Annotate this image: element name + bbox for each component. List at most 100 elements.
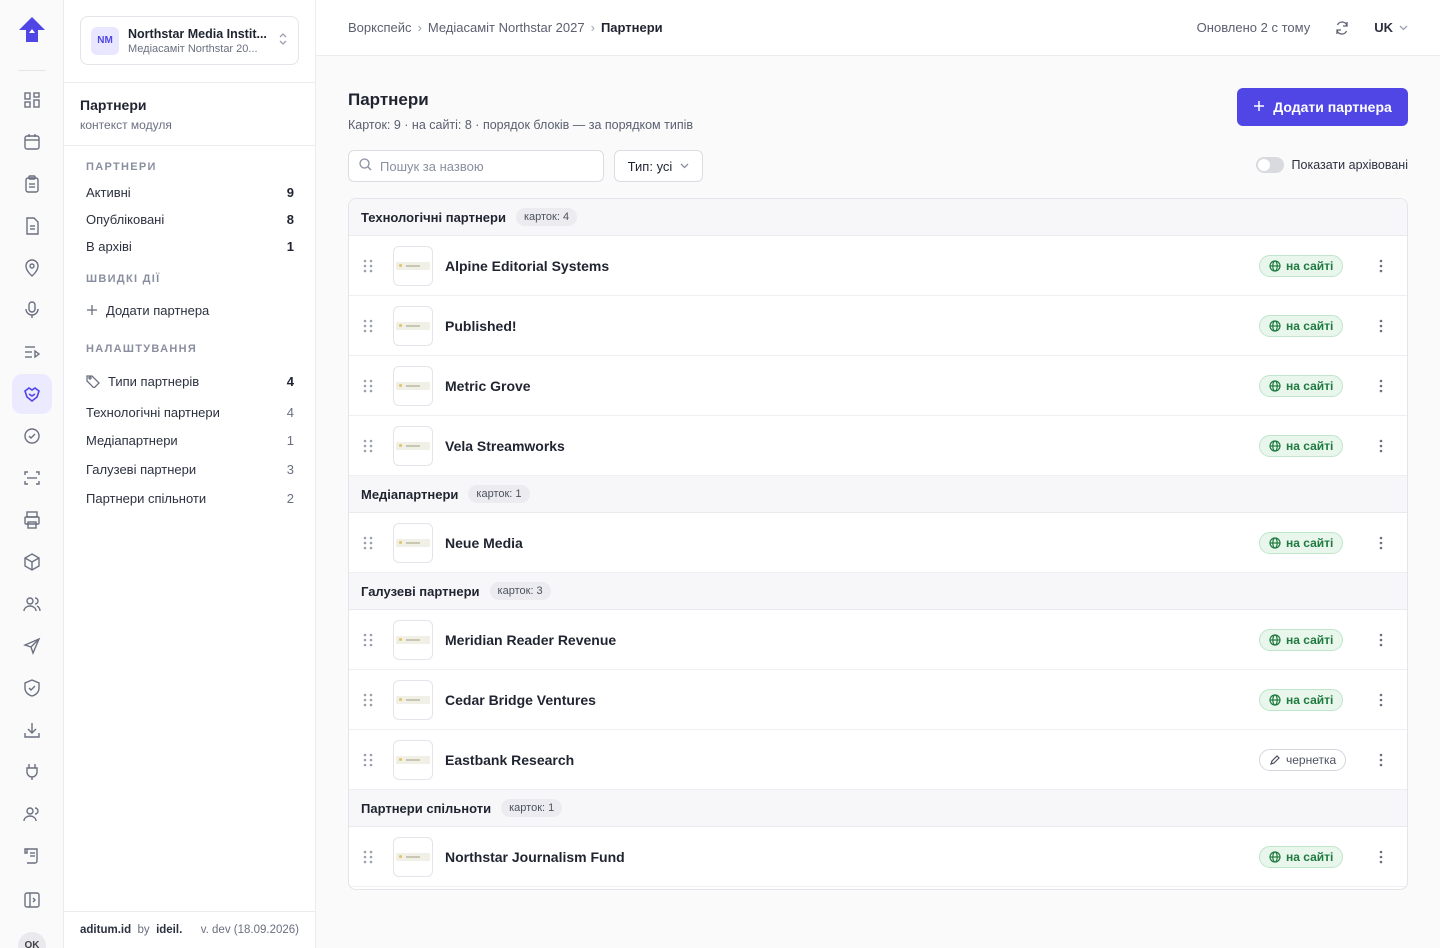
sidebar-item-published[interactable]: Опубліковані 8 xyxy=(86,209,294,229)
drag-handle-icon[interactable] xyxy=(349,536,393,550)
dashboard-icon[interactable] xyxy=(12,80,52,120)
download-icon[interactable] xyxy=(12,710,52,750)
partner-name[interactable]: Published! xyxy=(445,318,1259,334)
drag-handle-icon[interactable] xyxy=(349,379,393,393)
sidebar-item-label: В архіві xyxy=(86,238,132,254)
status-label: на сайті xyxy=(1286,692,1334,707)
more-options-icon[interactable] xyxy=(1355,633,1407,647)
send-icon[interactable] xyxy=(12,626,52,666)
partner-logo xyxy=(393,836,433,877)
globe-icon xyxy=(1269,259,1281,272)
sidebar-item-count: 2 xyxy=(286,490,294,506)
partner-row[interactable]: Eastbank Research чернетка xyxy=(349,730,1407,790)
partner-row[interactable]: Northstar Journalism Fund на сайті xyxy=(349,827,1407,887)
calendar-icon[interactable] xyxy=(12,122,52,162)
document-icon[interactable] xyxy=(12,206,52,246)
location-icon[interactable] xyxy=(12,248,52,288)
more-options-icon[interactable] xyxy=(1355,259,1407,273)
partner-name[interactable]: Meridian Reader Revenue xyxy=(445,632,1259,648)
microphone-icon[interactable] xyxy=(12,290,52,330)
module-header: Партнери контекст модуля xyxy=(64,82,315,146)
partner-row[interactable]: Meridian Reader Revenue на сайті xyxy=(349,610,1407,670)
sidebar-type-tech[interactable]: Технологічні партнери 4 xyxy=(86,402,294,422)
partner-row[interactable]: Neue Media на сайті xyxy=(349,513,1407,573)
more-options-icon[interactable] xyxy=(1355,439,1407,453)
sidebar-type-media[interactable]: Медіапартнери 1 xyxy=(86,430,294,450)
group-count-badge: карток: 1 xyxy=(468,485,530,503)
clipboard-icon[interactable] xyxy=(12,164,52,204)
sidebar-item-count: 8 xyxy=(286,211,294,227)
more-options-icon[interactable] xyxy=(1355,693,1407,707)
group-header: Галузеві партнери карток: 3 xyxy=(349,573,1407,610)
org-name: Northstar Media Instit... xyxy=(128,26,267,41)
partner-row[interactable]: Metric Grove на сайті xyxy=(349,356,1407,416)
search-input[interactable] xyxy=(380,158,590,174)
search-field[interactable] xyxy=(348,150,604,182)
partner-row[interactable]: Alpine Editorial Systems на сайті xyxy=(349,236,1407,296)
scan-icon[interactable] xyxy=(12,458,52,498)
partner-row[interactable]: Cedar Bridge Ventures на сайті xyxy=(349,670,1407,730)
sidebar-item-active[interactable]: Активні 9 xyxy=(86,182,294,202)
archive-toggle[interactable] xyxy=(1255,157,1284,173)
scroll-icon[interactable] xyxy=(12,836,52,876)
drag-handle-icon[interactable] xyxy=(349,439,393,453)
users-icon[interactable] xyxy=(12,584,52,624)
org-switcher[interactable]: NM Northstar Media Instit... Медіасаміт … xyxy=(80,16,299,65)
package-icon[interactable] xyxy=(12,542,52,582)
partner-row[interactable]: Vela Streamworks на сайті xyxy=(349,416,1407,476)
check-circle-icon[interactable] xyxy=(12,416,52,456)
footer-brand[interactable]: aditum.id xyxy=(80,924,131,936)
partner-name[interactable]: Eastbank Research xyxy=(445,752,1259,768)
partner-name[interactable]: Alpine Editorial Systems xyxy=(445,258,1259,274)
language-select[interactable]: UK xyxy=(1374,20,1408,35)
printer-icon[interactable] xyxy=(12,500,52,540)
partner-name[interactable]: Northstar Journalism Fund xyxy=(445,849,1259,865)
plug-icon[interactable] xyxy=(12,752,52,792)
drag-handle-icon[interactable] xyxy=(349,319,393,333)
sidebar-item-count: 3 xyxy=(286,461,294,477)
group-count-badge: карток: 1 xyxy=(501,799,563,817)
shield-icon[interactable] xyxy=(12,668,52,708)
refresh-icon[interactable] xyxy=(1330,16,1354,40)
agenda-icon[interactable] xyxy=(12,332,52,372)
user-avatar[interactable]: OK xyxy=(18,932,46,948)
partner-row[interactable]: Published! на сайті xyxy=(349,296,1407,356)
partner-name[interactable]: Neue Media xyxy=(445,535,1259,551)
crumb-event[interactable]: Медіасаміт Northstar 2027 xyxy=(428,20,585,35)
sidebar-item-label: Опубліковані xyxy=(86,211,165,227)
group-header: Технологічні партнери карток: 4 xyxy=(349,199,1407,236)
status-badge: на сайті xyxy=(1259,374,1344,397)
drag-handle-icon[interactable] xyxy=(349,259,393,273)
partner-logo xyxy=(393,245,433,286)
add-partner-button[interactable]: Додати партнера xyxy=(1237,88,1408,126)
team-icon[interactable] xyxy=(12,794,52,834)
crumb-current: Партнери xyxy=(600,20,663,35)
type-filter-select[interactable]: Тип: усі xyxy=(614,150,703,182)
logo-icon[interactable] xyxy=(16,14,48,46)
sidebar-item-archived[interactable]: В архіві 1 xyxy=(86,236,294,256)
sidebar-toggle-icon[interactable] xyxy=(12,880,52,920)
partner-name[interactable]: Cedar Bridge Ventures xyxy=(445,692,1259,708)
drag-handle-icon[interactable] xyxy=(349,633,393,647)
footer-maker[interactable]: ideil. xyxy=(156,924,182,936)
more-options-icon[interactable] xyxy=(1355,536,1407,550)
more-options-icon[interactable] xyxy=(1355,319,1407,333)
drag-handle-icon[interactable] xyxy=(349,850,393,864)
crumb-workspace[interactable]: Воркспейс xyxy=(348,20,412,35)
partner-name[interactable]: Vela Streamworks xyxy=(445,438,1259,454)
sidebar-type-community[interactable]: Партнери спільноти 2 xyxy=(86,488,294,508)
more-options-icon[interactable] xyxy=(1355,850,1407,864)
archive-toggle-label: Показати архівовані xyxy=(1291,158,1408,172)
sidebar-type-industry[interactable]: Галузеві партнери 3 xyxy=(86,459,294,479)
status-badge: на сайті xyxy=(1259,254,1344,277)
partner-name[interactable]: Metric Grove xyxy=(445,378,1259,394)
crumb-separator: › xyxy=(417,20,422,35)
more-options-icon[interactable] xyxy=(1355,753,1407,767)
drag-handle-icon[interactable] xyxy=(349,693,393,707)
sidebar-add-partner[interactable]: Додати партнера xyxy=(86,300,294,320)
more-options-icon[interactable] xyxy=(1355,379,1407,393)
drag-handle-icon[interactable] xyxy=(349,753,393,767)
sidebar-item-partner-types[interactable]: Типи партнерів 4 xyxy=(86,371,294,391)
partners-icon[interactable] xyxy=(12,374,52,414)
sidebar-item-label: Медіапартнери xyxy=(86,432,178,448)
